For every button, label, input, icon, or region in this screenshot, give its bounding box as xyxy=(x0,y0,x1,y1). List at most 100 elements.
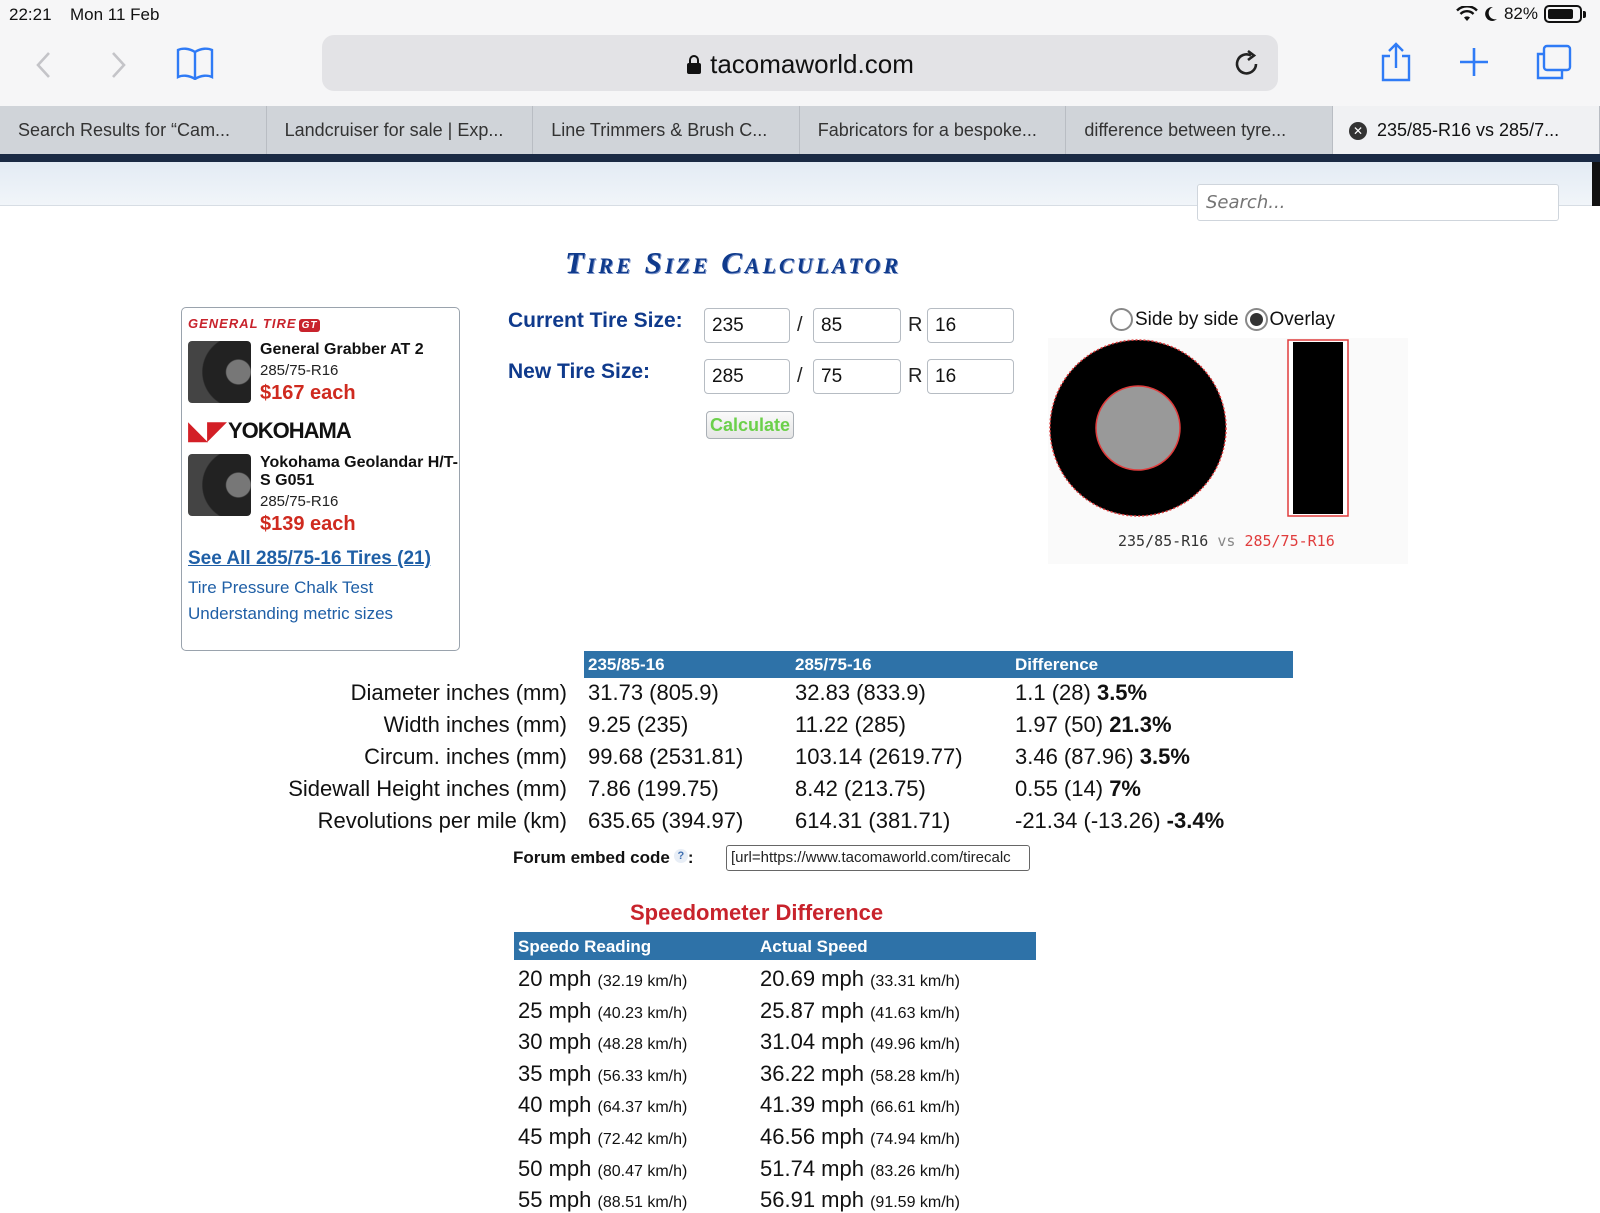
reading-mph: 50 mph xyxy=(518,1155,592,1181)
tab-search-results[interactable]: Search Results for “Cam... xyxy=(0,106,267,154)
difference-percent: 3.5% xyxy=(1139,744,1190,769)
share-icon[interactable] xyxy=(1380,42,1412,82)
back-icon[interactable] xyxy=(34,50,52,80)
reading-kmh: (56.33 km/h) xyxy=(597,1067,688,1085)
address-bar[interactable]: tacomaworld.com xyxy=(322,35,1278,91)
caption-current: 235/85-R16 xyxy=(1118,532,1209,550)
speedo-reading: 20 mph (32.19 km/h) xyxy=(518,966,687,992)
actual-mph: 46.56 mph xyxy=(760,1124,864,1149)
metric-sizes-link[interactable]: Understanding metric sizes xyxy=(188,604,459,624)
tire-1-size: 285/75-R16 xyxy=(260,362,339,379)
chalk-test-link[interactable]: Tire Pressure Chalk Test xyxy=(188,578,459,598)
status-bar: 22:21 Mon 11 Feb 82% xyxy=(0,0,1600,30)
current-ratio-input[interactable]: 85 xyxy=(813,308,901,343)
current-rim-input[interactable]: 16 xyxy=(927,308,1014,343)
difference-value: 1.1 (28) 3.5% xyxy=(1015,680,1147,706)
actual-speed: 41.39 mph (66.61 km/h) xyxy=(760,1092,960,1118)
difference-value: 1.97 (50) 21.3% xyxy=(1015,712,1172,738)
speedo-reading: 50 mph (80.47 km/h) xyxy=(518,1156,687,1182)
speedo-reading: 40 mph (64.37 km/h) xyxy=(518,1092,687,1118)
tab-difference-tyre[interactable]: difference between tyre... xyxy=(1066,106,1333,154)
battery-percent: 82% xyxy=(1503,4,1538,23)
tab-line-trimmers[interactable]: Line Trimmers & Brush C... xyxy=(533,106,800,154)
current-tire-tread xyxy=(1293,342,1343,514)
see-all-tires-link[interactable]: See All 285/75-16 Tires (21) xyxy=(188,548,459,570)
general-tire-logo[interactable]: GENERAL TIRE GT xyxy=(188,316,459,332)
side-by-side-label[interactable]: Side by side xyxy=(1135,309,1239,331)
overlay-label[interactable]: Overlay xyxy=(1270,309,1335,331)
r-separator: R xyxy=(908,314,923,336)
difference-value: 3.46 (87.96) 3.5% xyxy=(1015,744,1190,770)
new-rim-input[interactable]: 16 xyxy=(927,359,1014,394)
overlay-radio[interactable] xyxy=(1244,308,1268,331)
calculate-button[interactable]: Calculate xyxy=(706,411,794,439)
tire-2-price: $139 each xyxy=(260,513,356,535)
difference-value: -21.34 (-13.26) -3.4% xyxy=(1015,808,1224,834)
side-by-side-radio[interactable] xyxy=(1110,308,1133,331)
col-header-speedo: Speedo Reading xyxy=(514,932,756,960)
speedo-title: Speedometer Difference xyxy=(630,900,884,925)
difference-percent: 7% xyxy=(1109,776,1141,801)
actual-kmh: (49.96 km/h) xyxy=(870,1036,960,1054)
difference-amount: 1.97 (50) xyxy=(1015,712,1104,737)
bookmarks-icon[interactable] xyxy=(176,46,214,80)
reading-kmh: (72.42 km/h) xyxy=(597,1131,688,1148)
actual-kmh: (83.26 km/h) xyxy=(870,1162,960,1180)
new-value: 8.42 (213.75) xyxy=(795,776,926,801)
actual-mph: 20.69 mph xyxy=(760,966,864,991)
col-header-difference: Difference xyxy=(1011,651,1293,678)
forward-icon[interactable] xyxy=(110,50,128,80)
tab-tire-calculator[interactable]: ✕ 235/85-R16 vs 285/7... xyxy=(1332,106,1600,154)
new-ratio-input[interactable]: 75 xyxy=(813,359,901,394)
new-tab-icon[interactable] xyxy=(1458,46,1490,78)
tab-landcruiser[interactable]: Landcruiser for sale | Exp... xyxy=(267,106,534,154)
reading-mph: 40 mph xyxy=(518,1092,592,1118)
reading-mph: 25 mph xyxy=(518,997,592,1023)
tire-image[interactable] xyxy=(188,454,251,516)
tire-1-name[interactable]: General Grabber AT 2 xyxy=(260,341,424,359)
row-label: Sidewall Height inches (mm) xyxy=(288,776,567,801)
row-label: Revolutions per mile (km) xyxy=(317,808,567,833)
tab-fabricators[interactable]: Fabricators for a bespoke... xyxy=(800,106,1067,154)
reading-kmh: (48.28 km/h) xyxy=(597,1036,688,1054)
close-tab-icon[interactable]: ✕ xyxy=(1348,122,1367,140)
speedo-reading: 30 mph (48.28 km/h) xyxy=(518,1029,687,1055)
actual-speed: 31.04 mph (49.96 km/h) xyxy=(760,1029,960,1055)
row-label: Width inches (mm) xyxy=(383,712,567,737)
reload-icon[interactable] xyxy=(1234,49,1260,77)
new-value: 11.22 (285) xyxy=(795,712,906,737)
actual-mph: 36.22 mph xyxy=(760,1060,864,1086)
tire-image[interactable] xyxy=(188,341,251,403)
url-text: tacomaworld.com xyxy=(710,49,914,79)
url-display[interactable]: tacomaworld.com xyxy=(322,49,1278,80)
tire-visualization xyxy=(1048,338,1408,564)
tire-2-name[interactable]: Yokohama Geolandar H/T-S G051 xyxy=(260,454,459,490)
actual-speed: 36.22 mph (58.28 km/h) xyxy=(760,1061,960,1087)
ad-tire-1[interactable]: General Grabber AT 2 285/75-R16 $167 eac… xyxy=(188,341,459,405)
embed-code-input[interactable]: [url=https://www.tacomaworld.com/tirecal… xyxy=(726,845,1030,871)
site-nav-bar xyxy=(0,154,1600,162)
tire-ad-box: GENERAL TIRE GT General Grabber AT 2 285/… xyxy=(181,307,460,651)
actual-mph: 41.39 mph xyxy=(760,1092,864,1118)
difference-percent: 21.3% xyxy=(1109,712,1172,737)
tire-2-size: 285/75-R16 xyxy=(260,493,339,510)
actual-kmh: (58.28 km/h) xyxy=(870,1067,960,1085)
new-width-input[interactable]: 285 xyxy=(704,359,790,394)
speedo-reading: 45 mph (72.42 km/h) xyxy=(518,1124,687,1150)
tabs-icon[interactable] xyxy=(1534,44,1572,80)
active-tab-label: 235/85-R16 vs 285/7... xyxy=(1376,120,1560,140)
viz-caption: 235/85-R16 vs 285/75-R16 xyxy=(1118,532,1335,550)
embed-label: Forum embed code?: xyxy=(513,848,693,868)
help-icon[interactable]: ? xyxy=(673,849,688,863)
tire-1-price: $167 each xyxy=(260,382,356,404)
new-value: 103.14 (2619.77) xyxy=(795,744,963,769)
actual-speed: 56.91 mph (91.59 km/h) xyxy=(760,1187,960,1213)
site-search-input[interactable] xyxy=(1197,184,1559,221)
caption-new: 285/75-R16 xyxy=(1244,532,1335,550)
reading-kmh: (40.23 km/h) xyxy=(597,1004,688,1022)
ad-tire-2[interactable]: Yokohama Geolandar H/T-S G051 285/75-R16… xyxy=(188,454,459,536)
yokohama-logo[interactable]: ◣◤ YOKOHAMA xyxy=(188,415,459,446)
current-width-input[interactable]: 235 xyxy=(704,308,790,343)
scrollbar[interactable] xyxy=(1592,162,1600,206)
current-value: 9.25 (235) xyxy=(588,712,689,737)
